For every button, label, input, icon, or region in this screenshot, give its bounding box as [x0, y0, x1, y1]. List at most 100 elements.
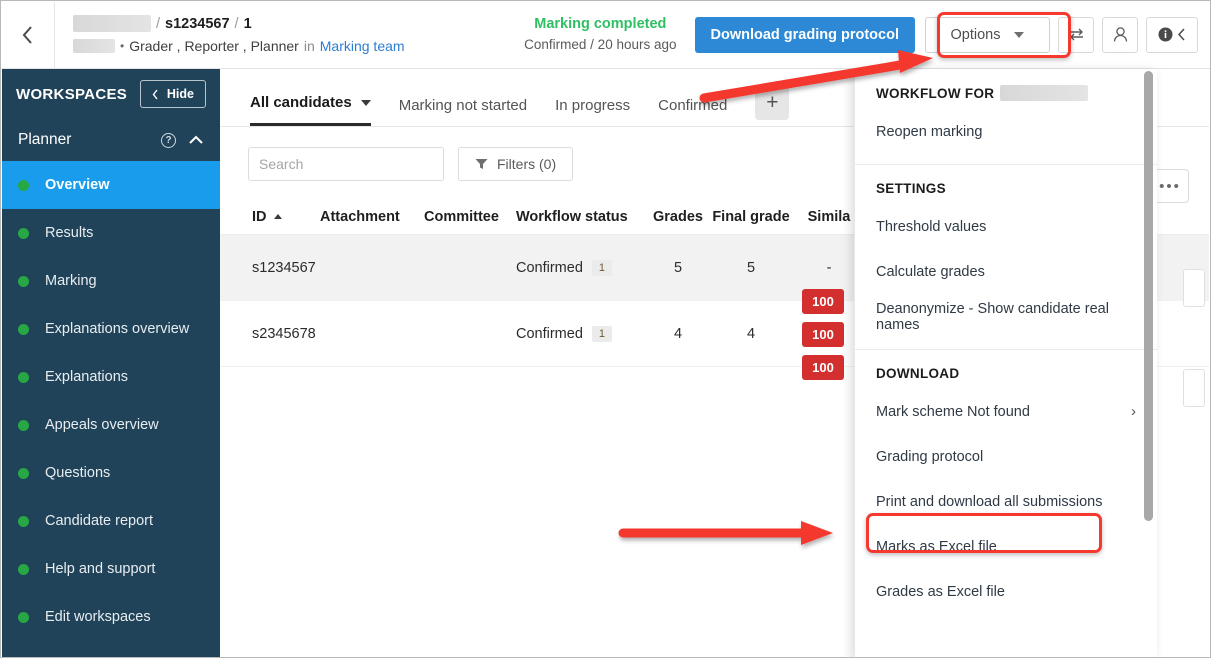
- sidebar-item-label: Explanations: [45, 369, 129, 385]
- marking-team-link[interactable]: Marking team: [320, 38, 405, 54]
- row-action-placeholder-2[interactable]: [1183, 369, 1205, 407]
- bullet-separator: •: [120, 39, 125, 53]
- options-button[interactable]: Options: [925, 16, 1050, 53]
- tab-confirmed[interactable]: Confirmed: [658, 97, 727, 126]
- sidebar-item-help-and-support[interactable]: Help and support: [2, 545, 220, 593]
- similarity-badge[interactable]: 100: [802, 289, 844, 314]
- sidebar-item-label: Overview: [45, 177, 110, 193]
- user-button[interactable]: [1102, 16, 1138, 53]
- column-header-workflow-status[interactable]: Workflow status: [516, 209, 648, 225]
- search-input[interactable]: [259, 156, 440, 172]
- workflow-count-badge: 1: [591, 259, 613, 276]
- row-action-placeholder-1[interactable]: [1183, 269, 1205, 307]
- similarity-badge[interactable]: 100: [802, 355, 844, 380]
- column-header-grades[interactable]: Grades: [648, 209, 708, 225]
- application-window: / s1234567 / 1 • Grader , Reporter , Pla…: [0, 0, 1211, 658]
- sidebar-group-planner[interactable]: Planner ?: [2, 119, 220, 161]
- menu-item-threshold-values[interactable]: Threshold values: [855, 204, 1157, 249]
- sidebar-item-explanations[interactable]: Explanations: [2, 353, 220, 401]
- sidebar-item-explanations-overview[interactable]: Explanations overview: [2, 305, 220, 353]
- tab-all-candidates[interactable]: All candidates: [250, 94, 371, 126]
- swap-horizontal-icon: [1069, 28, 1083, 41]
- marking-status: Marking completed Confirmed / 20 hours a…: [524, 14, 676, 56]
- search-box[interactable]: [248, 147, 444, 181]
- menu-item-grading-protocol[interactable]: Grading protocol: [855, 434, 1157, 479]
- sidebar-item-edit-workspaces[interactable]: Edit workspaces: [2, 593, 220, 641]
- sidebar-item-label: Questions: [45, 465, 111, 481]
- menu-item-label: Deanonymize - Show candidate real names: [876, 300, 1109, 333]
- menu-item-mark-scheme-not-found[interactable]: Mark scheme Not found ›: [855, 389, 1157, 434]
- chevron-up-icon[interactable]: [188, 135, 204, 145]
- status-dot-icon: [18, 227, 29, 239]
- sidebar: WORKSPACES Hide Planner ? Overview Result…: [2, 69, 220, 657]
- status-dot-icon: [18, 179, 29, 191]
- menu-item-label: Calculate grades: [876, 263, 985, 280]
- breadcrumb-attempt: 1: [243, 15, 252, 32]
- menu-item-print-and-download-all-submissions[interactable]: Print and download all submissions: [855, 479, 1157, 524]
- chevron-left-icon: [152, 89, 158, 99]
- column-header-final-grade[interactable]: Final grade: [708, 209, 794, 225]
- menu-section-label: SETTINGS: [855, 165, 1157, 204]
- tab-in-progress[interactable]: In progress: [555, 97, 630, 126]
- chevron-down-icon[interactable]: [360, 99, 371, 106]
- menu-item-reopen-marking[interactable]: Reopen marking: [855, 109, 1157, 154]
- cell-grades: 5: [673, 259, 683, 276]
- tab-label: Marking not started: [398, 97, 528, 114]
- sidebar-item-candidate-report[interactable]: Candidate report: [2, 497, 220, 545]
- sidebar-item-questions[interactable]: Questions: [2, 449, 220, 497]
- cell-id: s2345678: [252, 325, 316, 342]
- filters-button-label: Filters (0): [497, 156, 557, 172]
- status-dot-icon: [18, 419, 29, 431]
- column-header-committee[interactable]: Committee: [424, 209, 516, 225]
- help-icon[interactable]: ?: [161, 132, 176, 148]
- options-button-wrapper: Options: [925, 16, 1050, 53]
- tab-marking-not-started[interactable]: Marking not started: [399, 97, 527, 126]
- back-button[interactable]: [1, 1, 55, 68]
- menu-item-deanonymize-show-candidate-real-names[interactable]: Deanonymize - Show candidate real names: [855, 294, 1157, 339]
- menu-item-grades-as-excel-file[interactable]: Grades as Excel file: [855, 569, 1157, 614]
- chevron-right-icon: ›: [1131, 403, 1136, 420]
- tab-label: Confirmed: [658, 97, 728, 114]
- menu-item-calculate-grades[interactable]: Calculate grades: [855, 249, 1157, 294]
- filters-button[interactable]: Filters (0): [458, 147, 574, 181]
- cell-workflow-status: Confirmed 1: [516, 259, 648, 276]
- workspaces-header: WORKSPACES Hide: [2, 69, 220, 119]
- options-dropdown-menu: WORKFLOW FOR Reopen marking SETTINGS Thresh…: [854, 69, 1157, 657]
- sidebar-item-overview[interactable]: Overview: [2, 161, 220, 209]
- header-actions: Marking completed Confirmed / 20 hours a…: [524, 14, 1210, 56]
- download-grading-protocol-button[interactable]: Download grading protocol: [694, 16, 915, 53]
- menu-scrollbar[interactable]: [1144, 71, 1153, 521]
- status-dot-icon: [18, 563, 29, 575]
- sort-ascending-icon: [273, 213, 282, 219]
- sidebar-item-label: Help and support: [45, 561, 156, 577]
- menu-section-label: DOWNLOAD: [855, 350, 1157, 389]
- column-header-id[interactable]: ID: [220, 209, 320, 225]
- tab-label: All candidates: [250, 94, 352, 111]
- column-header-label: Committee: [424, 208, 499, 225]
- filter-icon: [475, 159, 488, 169]
- sidebar-group-label: Planner: [18, 131, 72, 148]
- swap-button[interactable]: [1058, 16, 1094, 53]
- menu-section-title: SETTINGS: [876, 181, 946, 196]
- status-dot-icon: [18, 323, 29, 335]
- column-header-label: ID: [252, 208, 267, 225]
- cell-workflow-status: Confirmed 1: [516, 325, 648, 342]
- similarity-badge[interactable]: 100: [802, 322, 844, 347]
- breadcrumb-separator-1: /: [156, 15, 161, 32]
- menu-section-title: DOWNLOAD: [876, 366, 960, 381]
- sidebar-item-label: Candidate report: [45, 513, 154, 529]
- cell-id: s1234567: [252, 259, 316, 276]
- menu-section-label: WORKFLOW FOR: [855, 69, 1157, 109]
- workflow-status-label: Confirmed: [516, 325, 583, 342]
- status-dot-icon: [18, 515, 29, 527]
- info-collapse-button[interactable]: [1146, 16, 1198, 53]
- column-header-attachment[interactable]: Attachment: [320, 209, 424, 225]
- sidebar-item-marking[interactable]: Marking: [2, 257, 220, 305]
- hide-sidebar-button[interactable]: Hide: [139, 80, 206, 108]
- menu-item-label: Marks as Excel file: [876, 538, 997, 555]
- menu-item-label: Print and download all submissions: [876, 493, 1103, 510]
- sidebar-item-results[interactable]: Results: [2, 209, 220, 257]
- sidebar-item-appeals-overview[interactable]: Appeals overview: [2, 401, 220, 449]
- menu-item-marks-as-excel-file[interactable]: Marks as Excel file: [855, 524, 1157, 569]
- add-tab-button[interactable]: +: [755, 86, 790, 120]
